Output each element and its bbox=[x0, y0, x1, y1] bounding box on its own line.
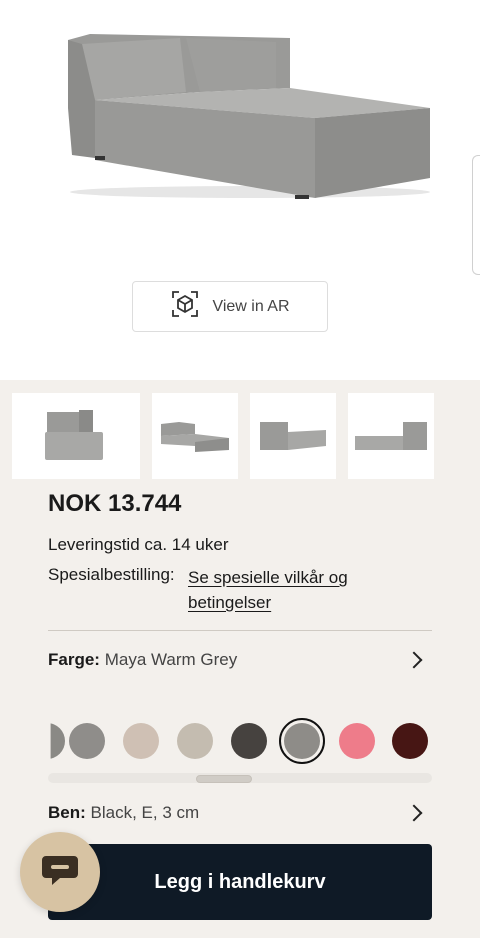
swatch-6[interactable] bbox=[339, 723, 375, 759]
side-scroll-handle[interactable] bbox=[472, 155, 480, 275]
special-order-label: Spesialbestilling: bbox=[48, 565, 175, 584]
product-price: NOK 13.744 bbox=[48, 490, 182, 517]
thumbnail-2[interactable] bbox=[152, 393, 238, 479]
thumbnail-3[interactable] bbox=[250, 393, 336, 479]
chevron-right-icon bbox=[405, 651, 423, 669]
view-in-ar-label: View in AR bbox=[212, 297, 290, 315]
color-value: Maya Warm Grey bbox=[104, 650, 238, 669]
thumbnail-image bbox=[260, 422, 326, 450]
swatch-scroll-thumb[interactable] bbox=[196, 775, 252, 783]
thumbnail-4[interactable] bbox=[348, 393, 434, 479]
chat-bubble-icon bbox=[40, 852, 80, 893]
view-in-ar-button[interactable]: View in AR bbox=[132, 281, 328, 332]
swatch-2[interactable] bbox=[123, 723, 159, 759]
add-to-cart-label: Legg i handlekurv bbox=[154, 870, 326, 893]
color-swatches bbox=[0, 718, 480, 764]
swatch-7[interactable] bbox=[392, 723, 428, 759]
color-selector-row[interactable]: Farge: Maya Warm Grey bbox=[48, 647, 432, 673]
chat-button[interactable] bbox=[20, 832, 100, 912]
legs-value: Black, E, 3 cm bbox=[90, 803, 200, 822]
thumbnail-image bbox=[45, 410, 103, 460]
chaise-lounge-image bbox=[68, 34, 430, 199]
swatch-3[interactable] bbox=[177, 723, 213, 759]
swatch-5-selected[interactable] bbox=[284, 723, 320, 759]
delivery-time: Leveringstid ca. 14 uker bbox=[48, 535, 229, 554]
ar-cube-icon bbox=[170, 289, 200, 324]
chevron-right-icon bbox=[405, 804, 423, 822]
thumbnail-1[interactable] bbox=[12, 393, 140, 479]
thumbnail-strip bbox=[12, 393, 480, 479]
thumbnail-image bbox=[355, 422, 427, 450]
color-label: Farge: bbox=[48, 650, 100, 669]
swatch-0[interactable] bbox=[50, 723, 65, 759]
swatch-1[interactable] bbox=[69, 723, 105, 759]
divider bbox=[48, 630, 432, 631]
special-terms-link[interactable]: Se spesielle vilkår og betingelser bbox=[188, 565, 388, 615]
legs-label: Ben: bbox=[48, 803, 86, 822]
legs-selector-row[interactable]: Ben: Black, E, 3 cm bbox=[48, 800, 432, 826]
swatch-4[interactable] bbox=[231, 723, 267, 759]
add-to-cart-button[interactable]: Legg i handlekurv bbox=[48, 844, 432, 920]
thumbnail-image bbox=[161, 422, 229, 452]
